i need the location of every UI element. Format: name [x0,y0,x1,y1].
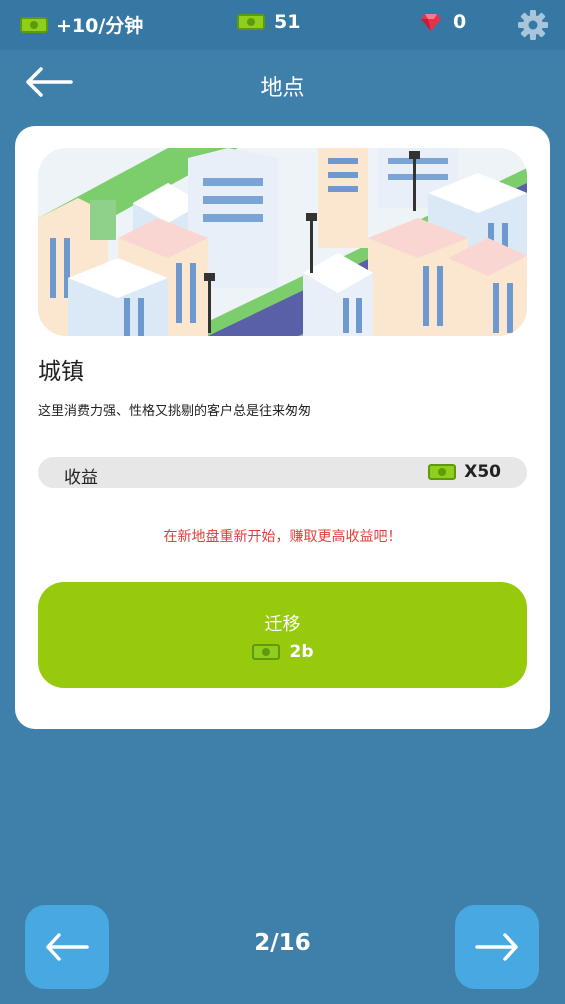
migrate-cost-value: 2b [289,642,314,662]
income-value: X50 [428,462,501,482]
location-card: 城镇 这里消费力强、性格又挑剔的客户总是往来匆匆 收益 X50 在新地盘重新开始… [15,126,550,729]
income-rate-stat: +10/分钟 [20,11,143,38]
city-illustration [38,148,527,336]
page-title: 地点 [260,76,305,101]
gem-count: 0 [453,11,467,33]
cash-icon [20,16,48,33]
income-rate: +10/分钟 [56,15,144,37]
next-location-button[interactable] [455,905,539,989]
migrate-cost: 2b [38,642,527,662]
income-row: 收益 X50 [38,457,527,488]
gem-stat: 0 [420,11,466,33]
migrate-button[interactable]: 迁移 2b [38,582,527,688]
cash-icon [428,464,457,480]
cash-icon [237,14,265,30]
page-header: 地点 [0,50,565,114]
gear-icon[interactable] [517,9,549,41]
arrow-right-icon [475,933,518,961]
income-multiplier: X50 [464,462,501,482]
hint-text: 在新地盘重新开始，赚取更高收益吧！ [163,529,402,545]
migrate-label: 迁移 [264,614,301,635]
location-name: 城镇 [38,359,84,385]
cash-icon [251,644,280,660]
cash-amount: 51 [274,11,301,33]
location-description: 这里消费力强、性格又挑剔的客户总是往来匆匆 [38,404,312,419]
income-label: 收益 [64,468,98,488]
gem-icon [421,14,441,31]
top-status-bar: +10/分钟 51 0 [0,0,565,50]
cash-stat: 51 [237,11,300,33]
